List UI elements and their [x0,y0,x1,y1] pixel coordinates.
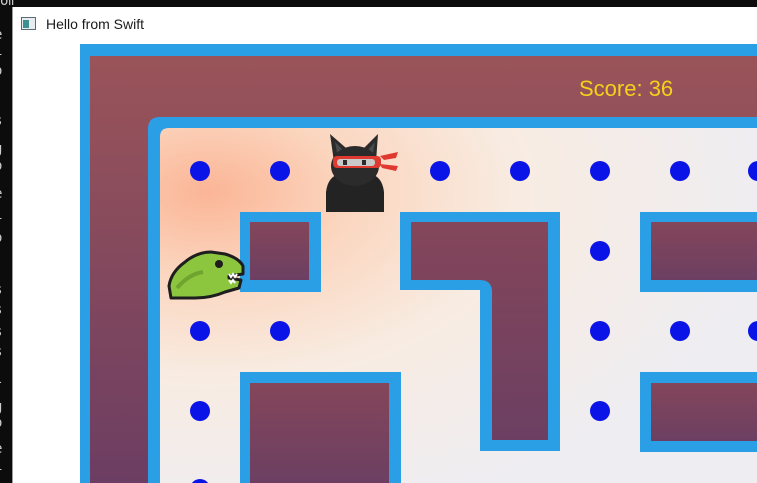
pellet [670,321,690,341]
title-bar[interactable]: Hello from Swift [13,7,757,43]
dinosaur-icon [167,250,245,300]
pellet [590,241,610,261]
pellet [270,161,290,181]
score-label: Score: 36 [579,76,674,101]
pellet [190,321,210,341]
window-title: Hello from Swift [46,16,145,32]
pellet [510,161,530,181]
ninja-cat-icon [326,134,398,212]
pellet [190,161,210,181]
pellet [590,321,610,341]
pellet [190,401,210,421]
app-window: Hello from Swift Score: 36 [12,7,757,483]
pellet [590,161,610,181]
pellet [270,321,290,341]
pellet [430,161,450,181]
game-canvas[interactable]: Score: 36 [80,44,757,483]
pellet [590,401,610,421]
app-window-icon [21,17,36,30]
pellet [670,161,690,181]
